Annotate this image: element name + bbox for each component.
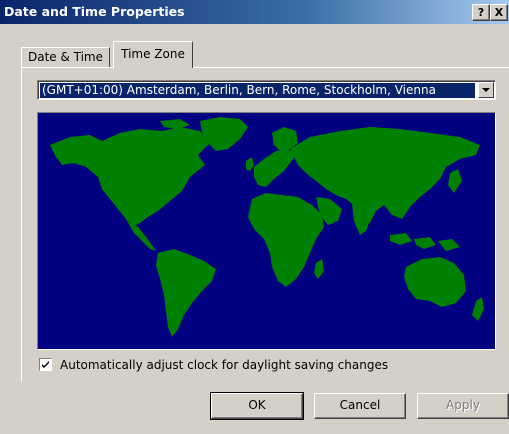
world-map-image (40, 115, 493, 347)
timezone-dropdown[interactable]: (GMT+01:00) Amsterdam, Berlin, Bern, Rom… (37, 80, 496, 100)
help-button[interactable]: ? (472, 4, 490, 21)
tab-time-zone[interactable]: Time Zone (113, 41, 193, 68)
checkmark-icon (42, 361, 49, 368)
apply-button[interactable]: Apply (417, 393, 509, 419)
ok-button-label: OK (248, 398, 266, 412)
window-title: Date and Time Properties (4, 4, 185, 19)
daylight-saving-checkbox[interactable] (39, 358, 52, 371)
daylight-saving-label: Automatically adjust clock for daylight … (60, 358, 389, 372)
apply-button-label: Apply (446, 398, 480, 412)
close-button[interactable]: X (490, 4, 508, 21)
ok-button[interactable]: OK (210, 392, 304, 420)
tab-date-time[interactable]: Date & Time (21, 47, 110, 67)
cancel-button[interactable]: Cancel (314, 393, 406, 419)
title-bar[interactable]: Date and Time Properties ? X (0, 0, 509, 24)
timezone-selected-value: (GMT+01:00) Amsterdam, Berlin, Bern, Rom… (40, 83, 475, 98)
cancel-button-label: Cancel (339, 398, 381, 412)
dropdown-arrow-button[interactable] (478, 82, 494, 98)
world-map (37, 112, 496, 350)
